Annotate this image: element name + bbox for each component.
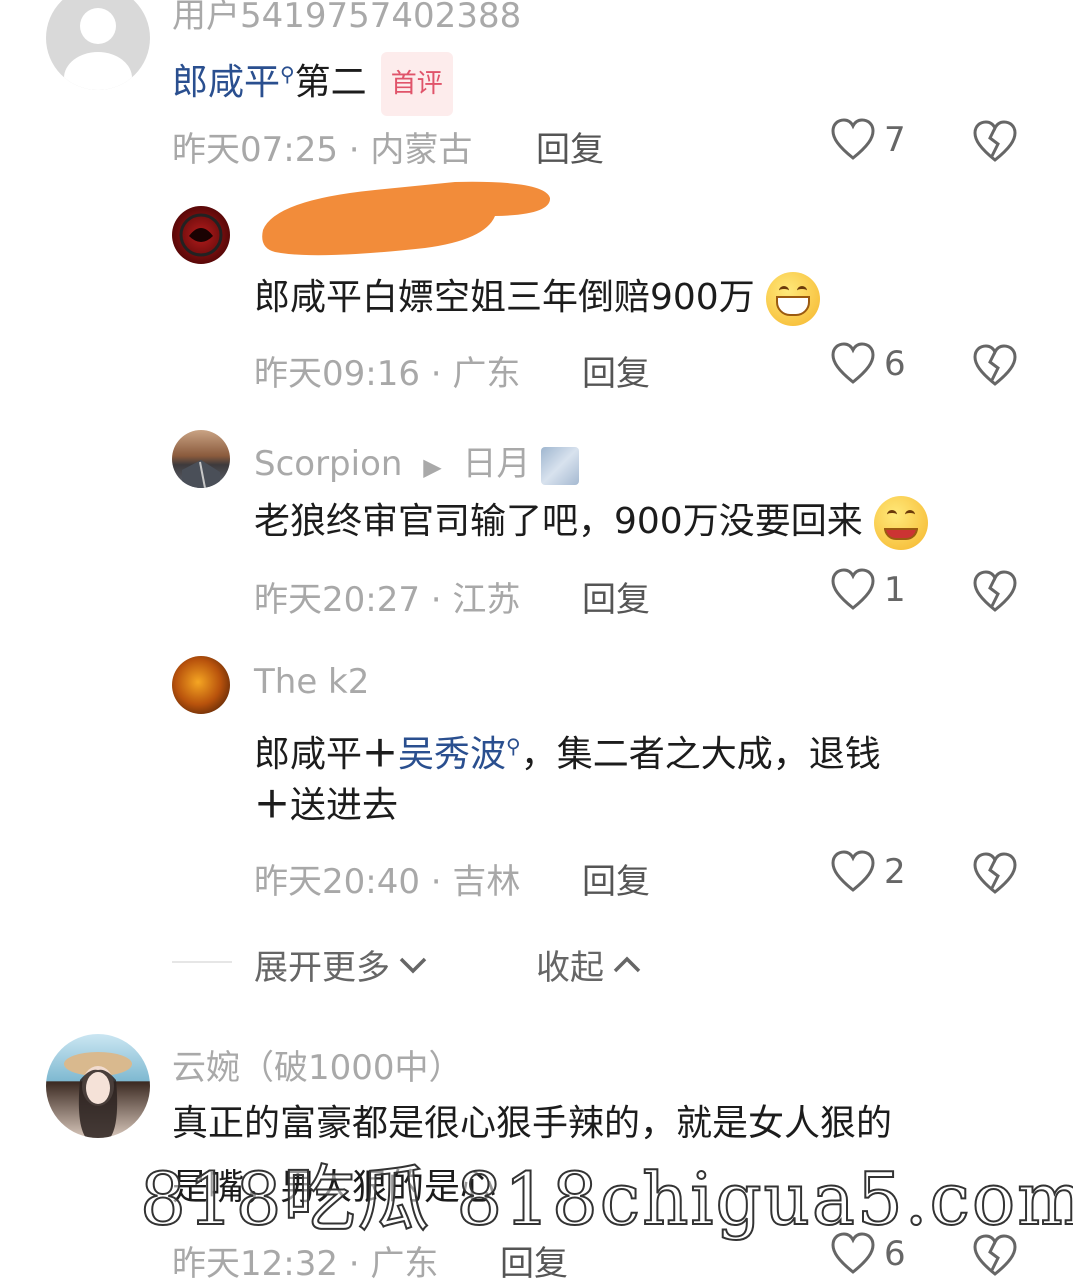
redaction-mark — [262, 181, 551, 256]
comment-text: 老狼终审官司输了吧，900万没要回来 — [254, 492, 929, 552]
avatar-image — [179, 213, 223, 257]
comment-text-body: 郎咸平白嫖空姐三年倒赔900万 — [254, 277, 755, 318]
dislike-button[interactable] — [972, 120, 1018, 168]
search-link[interactable]: 郎咸平 — [172, 62, 280, 103]
watermark: 818吃瓜 818chigua5.com — [139, 1156, 1073, 1242]
chevron-down-icon — [399, 957, 427, 973]
comment-meta: 昨天09:16 · 广东 — [254, 354, 521, 394]
search-icon: ⚲ — [506, 734, 521, 758]
expand-more-button[interactable]: 展开更多 — [254, 940, 430, 989]
comment-username[interactable]: Scorpion ▶ 日月 — [254, 436, 580, 485]
divider-line — [172, 961, 232, 963]
comment-text: 郎咸平＋吴秀波⚲，集二者之大成，退钱 — [254, 716, 881, 785]
comment-text-part: ，集二者之大成，退钱 — [520, 734, 881, 775]
like-button[interactable]: 1 — [830, 568, 906, 612]
collapse-label: 收起 — [536, 948, 604, 988]
comment-username[interactable]: 云婉（破1000中） — [172, 1040, 463, 1089]
avatar[interactable] — [172, 430, 230, 488]
like-count: 7 — [884, 120, 906, 160]
comment-username[interactable]: 用户5419757402388 — [172, 0, 521, 37]
search-link[interactable]: 吴秀波 — [398, 734, 506, 775]
reply-to-username[interactable]: 日月 — [463, 444, 531, 484]
comment-text-part: 送进去 — [290, 785, 399, 826]
comment-text: 郎咸平白嫖空姐三年倒赔900万 — [254, 268, 821, 328]
broken-heart-icon — [973, 570, 1017, 612]
avatar[interactable] — [172, 656, 230, 714]
default-avatar-icon — [64, 8, 132, 90]
heart-icon — [831, 568, 875, 610]
heart-icon — [831, 118, 875, 160]
broken-heart-icon — [973, 852, 1017, 894]
like-count: 6 — [884, 344, 906, 384]
comment-meta: 昨天20:40 · 吉林 — [254, 862, 521, 902]
dislike-button[interactable] — [972, 344, 1018, 392]
comment-text-line2: ＋送进去 — [254, 776, 398, 836]
plus-sign: ＋ — [254, 785, 291, 826]
like-button[interactable]: 7 — [830, 118, 906, 162]
reply-button[interactable]: 回复 — [582, 572, 650, 621]
comment-text: 郎咸平⚲第二 首评 — [172, 44, 453, 116]
reply-button[interactable]: 回复 — [582, 346, 650, 395]
heart-icon — [831, 850, 875, 892]
stars-avatar-icon — [541, 446, 580, 485]
like-count: 1 — [884, 570, 906, 610]
collapse-button[interactable]: 收起 — [536, 940, 644, 989]
comment-text-part: 郎咸平 — [254, 734, 363, 775]
reply-button[interactable]: 回复 — [582, 854, 650, 903]
grin-emoji-icon — [766, 272, 821, 326]
username-text: Scorpion — [254, 444, 403, 484]
reply-arrow-icon: ▶ — [423, 453, 442, 481]
comment-meta: 昨天20:27 · 江苏 — [254, 580, 521, 620]
avatar-image — [64, 1052, 132, 1138]
comment-username[interactable]: The k2 — [254, 662, 369, 702]
comment-text-rest: 第二 — [294, 62, 367, 103]
broken-heart-icon — [973, 344, 1017, 386]
like-button[interactable]: 2 — [830, 850, 906, 894]
dislike-button[interactable] — [972, 852, 1018, 900]
chevron-up-icon — [613, 956, 641, 972]
like-button[interactable]: 6 — [830, 342, 906, 386]
comment-text-body: 老狼终审官司输了吧，900万没要回来 — [254, 501, 863, 542]
heart-icon — [831, 342, 875, 384]
plus-sign: ＋ — [362, 734, 399, 775]
broken-heart-icon — [973, 120, 1017, 162]
expand-more-label: 展开更多 — [254, 948, 390, 988]
search-icon: ⚲ — [280, 62, 295, 86]
avatar[interactable] — [46, 0, 150, 90]
avatar-image — [182, 460, 220, 488]
avatar[interactable] — [46, 1034, 150, 1138]
avatar[interactable] — [172, 206, 230, 264]
like-count: 2 — [884, 852, 906, 892]
smile-emoji-icon — [874, 496, 929, 550]
first-comment-badge: 首评 — [380, 52, 453, 116]
dislike-button[interactable] — [972, 570, 1018, 618]
